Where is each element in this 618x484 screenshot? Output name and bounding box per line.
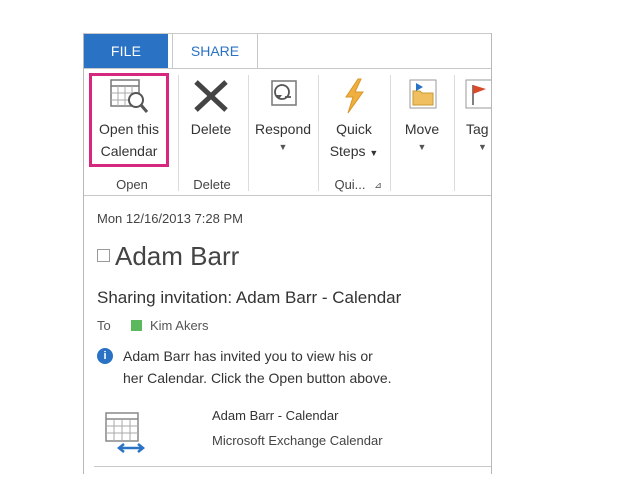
tab-file[interactable]: FILE	[84, 34, 168, 68]
delete-icon	[194, 80, 228, 112]
attachment-subtitle: Microsoft Exchange Calendar	[212, 433, 383, 448]
info-text-line-2: her Calendar. Click the Open button abov…	[123, 370, 392, 386]
respond-dropdown-arrow: ▼	[278, 142, 288, 152]
message-date: Mon 12/16/2013 7:28 PM	[97, 211, 243, 226]
recipient[interactable]: Kim Akers	[131, 318, 209, 333]
separator	[318, 75, 319, 191]
lightning-icon	[345, 78, 364, 114]
divider	[94, 466, 491, 467]
quick-steps-button[interactable]: Quick Steps ▼	[324, 77, 384, 164]
move-folder-icon	[409, 79, 437, 109]
delete-label: Delete	[190, 121, 232, 137]
open-calendar-label-2: Calendar	[100, 143, 158, 159]
move-dropdown-arrow: ▼	[417, 142, 427, 152]
group-label-quick-steps: Qui...	[334, 177, 366, 192]
presence-checkbox-icon	[97, 249, 110, 262]
move-button[interactable]: Move ▼	[394, 77, 450, 154]
dialog-launcher-icon[interactable]: ⊿	[372, 180, 384, 191]
calendar-search-icon	[110, 79, 149, 113]
tab-share[interactable]: SHARE	[172, 34, 258, 68]
sender-name: Adam Barr	[97, 239, 239, 273]
flag-icon	[465, 79, 491, 109]
move-label: Move	[404, 121, 440, 137]
respond-label: Respond	[254, 121, 312, 137]
outlook-message-window: FILE SHARE Open this Calendar Delete Res…	[83, 33, 492, 474]
presence-status-icon	[131, 320, 142, 331]
tags-dropdown-arrow: ▼	[478, 142, 487, 152]
tags-button[interactable]: Tag ▼	[458, 77, 491, 154]
info-bar: i Adam Barr has invited you to view his …	[97, 345, 477, 389]
quick-steps-label-1: Quick	[336, 121, 372, 137]
info-icon: i	[97, 348, 113, 364]
group-label-delete: Delete	[193, 177, 231, 192]
ribbon-tab-bar: FILE SHARE	[84, 34, 491, 68]
separator	[178, 75, 179, 191]
quick-steps-label-2: Steps ▼	[329, 143, 379, 159]
open-calendar-label-1: Open this	[99, 121, 159, 137]
separator	[454, 75, 455, 191]
shared-calendar-icon[interactable]	[102, 410, 148, 456]
separator	[248, 75, 249, 191]
group-label-open: Open	[116, 177, 148, 192]
to-label: To	[97, 318, 111, 333]
open-this-calendar-button[interactable]: Open this Calendar	[92, 77, 166, 162]
tags-label: Tag	[466, 121, 489, 137]
message-subject: Sharing invitation: Adam Barr - Calendar	[97, 288, 402, 307]
respond-button[interactable]: Respond ▼	[250, 77, 316, 154]
delete-button[interactable]: Delete	[183, 77, 239, 140]
info-text-line-1: Adam Barr has invited you to view his or	[123, 348, 373, 364]
attachment-title[interactable]: Adam Barr - Calendar	[212, 408, 338, 423]
respond-icon	[271, 80, 297, 106]
separator	[390, 75, 391, 191]
ribbon: Open this Calendar Delete Respond ▼ Quic…	[84, 68, 491, 196]
